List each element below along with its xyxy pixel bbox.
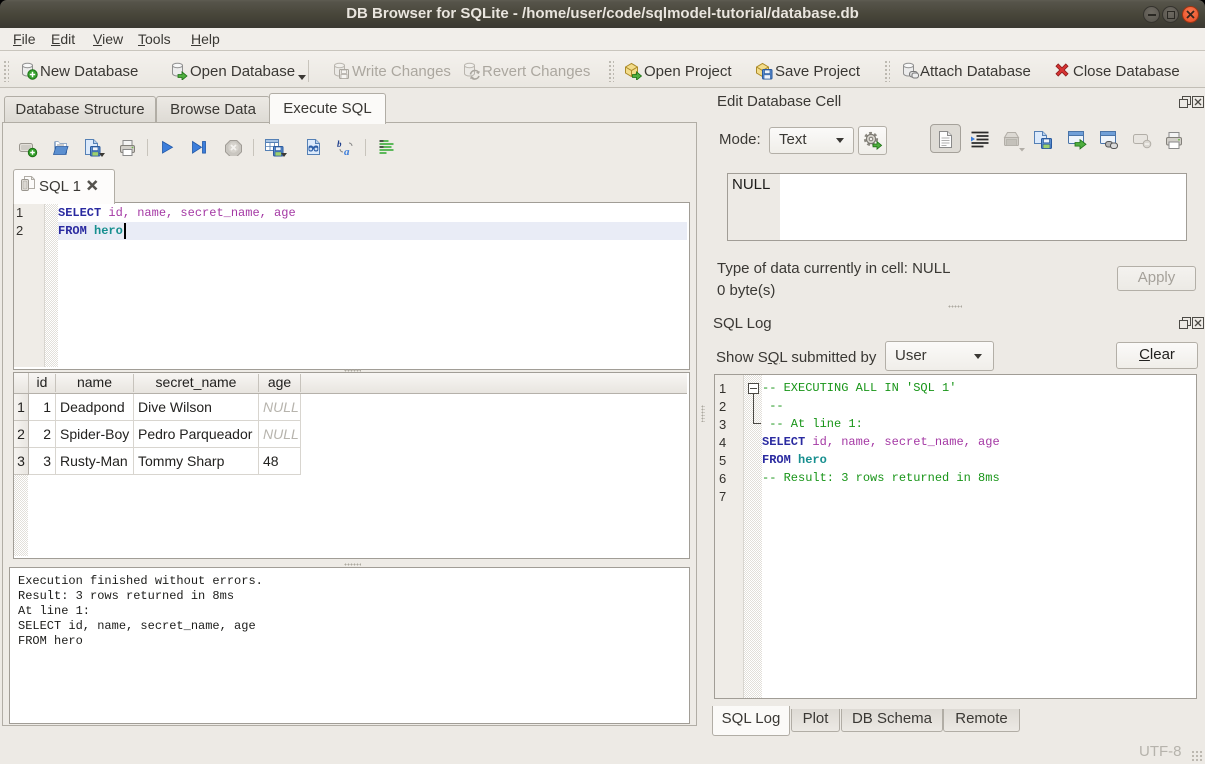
svg-text:a: a [344, 146, 350, 157]
svg-text:b: b [337, 139, 342, 149]
